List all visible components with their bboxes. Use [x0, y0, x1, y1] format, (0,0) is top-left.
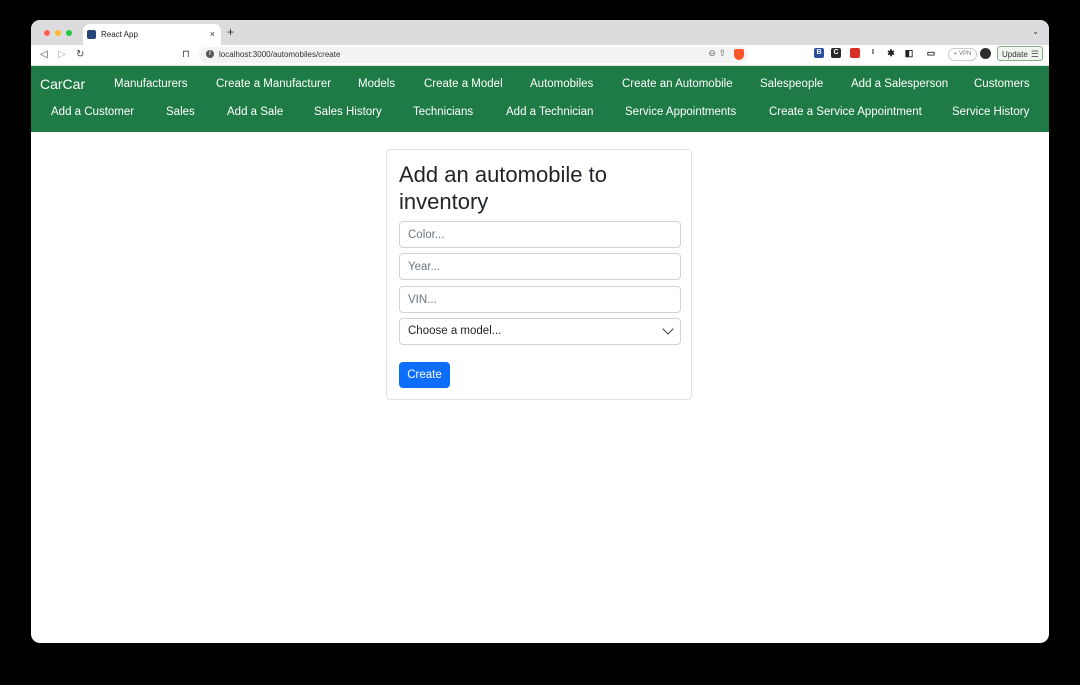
profile-globe-icon[interactable]	[980, 48, 991, 59]
tab-list-chevron-icon[interactable]: ⌄	[1032, 27, 1039, 36]
extensions-puzzle-icon[interactable]: ✱	[886, 48, 896, 58]
site-info-icon[interactable]: i	[206, 50, 214, 58]
nav-link-sales-history[interactable]: Sales History	[314, 106, 382, 118]
nav-link-technicians[interactable]: Technicians	[413, 106, 473, 118]
tab-close-icon[interactable]: ×	[210, 29, 215, 39]
nav-link-sales[interactable]: Sales	[166, 106, 195, 118]
zoom-share-icons[interactable]: ⊖ ⇧	[708, 48, 726, 59]
tab-title: React App	[101, 30, 138, 39]
nav-link-add-customer[interactable]: Add a Customer	[51, 106, 134, 118]
color-input[interactable]	[399, 221, 681, 248]
nav-link-add-sale[interactable]: Add a Sale	[227, 106, 283, 118]
browser-toolbar: ◁ ▷ ↻ ⊓ i localhost:3000/automobiles/cre…	[31, 45, 1049, 66]
nav-link-add-salesperson[interactable]: Add a Salesperson	[851, 78, 948, 90]
ext-c-icon[interactable]: C	[831, 48, 841, 58]
tab-bar: React App × + ⌄	[31, 20, 1049, 45]
ext-i-icon[interactable]: I	[868, 48, 878, 58]
sidebar-icon[interactable]: ◧	[904, 48, 914, 58]
back-icon[interactable]: ◁	[40, 48, 48, 62]
menu-icon: ☰	[1030, 49, 1039, 59]
vin-input[interactable]	[399, 286, 681, 313]
model-select-value: Choose a model...	[408, 325, 502, 337]
bookmark-icon[interactable]: ⊓	[182, 48, 190, 62]
brand-link[interactable]: CarCar	[40, 76, 85, 92]
brave-shield-icon[interactable]	[734, 49, 744, 60]
nav-link-manufacturers[interactable]: Manufacturers	[114, 78, 188, 90]
react-favicon-icon	[87, 30, 96, 39]
chevron-down-icon	[662, 323, 674, 335]
nav-link-create-model[interactable]: Create a Model	[424, 78, 503, 90]
nav-link-service-appointments[interactable]: Service Appointments	[625, 106, 736, 118]
automobile-form-card: Add an automobile to inventory Choose a …	[386, 149, 692, 400]
year-input[interactable]	[399, 253, 681, 280]
minimize-window-button[interactable]	[55, 30, 61, 36]
browser-window: React App × + ⌄ ◁ ▷ ↻ ⊓ i localhost:3000…	[31, 20, 1049, 643]
main-navbar: CarCar Manufacturers Create a Manufactur…	[31, 66, 1049, 132]
reload-icon[interactable]: ↻	[76, 48, 84, 62]
nav-link-models[interactable]: Models	[358, 78, 395, 90]
model-select[interactable]: Choose a model...	[399, 318, 681, 345]
nav-link-create-manufacturer[interactable]: Create a Manufacturer	[216, 78, 331, 90]
page-title: Add an automobile to inventory	[399, 162, 607, 214]
update-button[interactable]: Update ☰	[997, 46, 1043, 61]
create-button[interactable]: Create	[399, 362, 450, 388]
vpn-button[interactable]: ● VPN	[948, 48, 977, 61]
nav-link-create-service-appointment[interactable]: Create a Service Appointment	[769, 106, 922, 118]
wallet-icon[interactable]: ▭	[926, 48, 936, 58]
nav-link-salespeople[interactable]: Salespeople	[760, 78, 823, 90]
ext-b-icon[interactable]: B	[814, 48, 824, 58]
nav-link-add-technician[interactable]: Add a Technician	[506, 106, 593, 118]
url-text[interactable]: localhost:3000/automobiles/create	[219, 50, 340, 59]
nav-link-automobiles[interactable]: Automobiles	[530, 78, 593, 90]
nav-link-customers[interactable]: Customers	[974, 78, 1030, 90]
maximize-window-button[interactable]	[66, 30, 72, 36]
address-bar[interactable]: i localhost:3000/automobiles/create ⊖ ⇧	[199, 47, 748, 63]
browser-tab[interactable]: React App ×	[83, 24, 221, 45]
new-tab-button[interactable]: +	[227, 26, 234, 38]
ext-red-icon[interactable]	[850, 48, 860, 58]
close-window-button[interactable]	[44, 30, 50, 36]
nav-link-service-history[interactable]: Service History	[952, 106, 1029, 118]
forward-icon[interactable]: ▷	[58, 48, 66, 62]
nav-link-create-automobile[interactable]: Create an Automobile	[622, 78, 733, 90]
